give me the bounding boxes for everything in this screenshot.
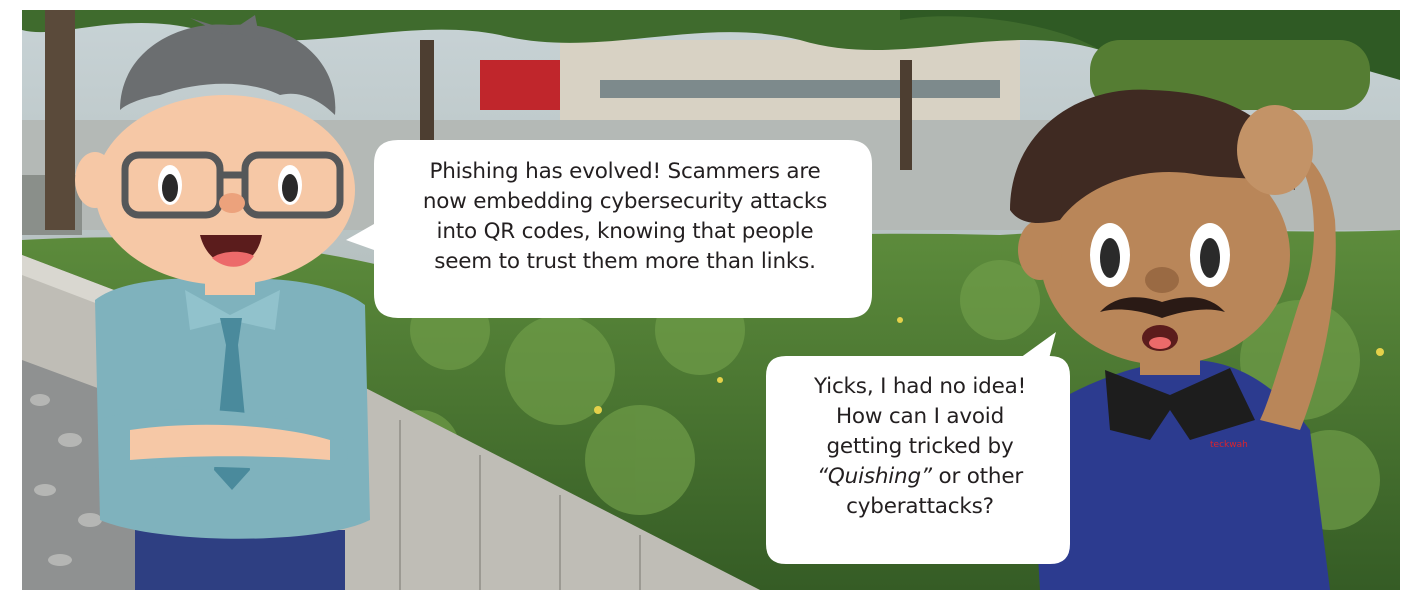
speech-line-rest: or other	[931, 464, 1023, 489]
scene-illustration: teckwah	[0, 0, 1420, 590]
speech-line: Phishing has evolved! Scammers are	[429, 159, 821, 184]
speech-text-left: Phishing has evolved! Scammers are now e…	[385, 157, 865, 277]
speech-line: getting tricked by	[826, 434, 1014, 459]
quishing-term: “Quishing”	[816, 464, 932, 489]
comic-panel: teckwah Phishing has evolved! Scammers a…	[0, 0, 1420, 590]
speech-line: now embedding cybersecurity attacks	[422, 189, 828, 214]
speech-line: into QR codes, knowing that people	[436, 219, 814, 244]
teckwah-logo: teckwah	[1210, 440, 1248, 450]
speech-line: cyberattacks?	[846, 494, 994, 519]
speech-line: seem to trust them more than links.	[434, 249, 816, 274]
speech-line: “Quishing” or other	[770, 462, 1070, 492]
speech-line: Yicks, I had no idea!	[814, 374, 1026, 399]
speech-text-right: Yicks, I had no idea! How can I avoid ge…	[770, 372, 1070, 522]
speech-line: How can I avoid	[835, 404, 1005, 429]
